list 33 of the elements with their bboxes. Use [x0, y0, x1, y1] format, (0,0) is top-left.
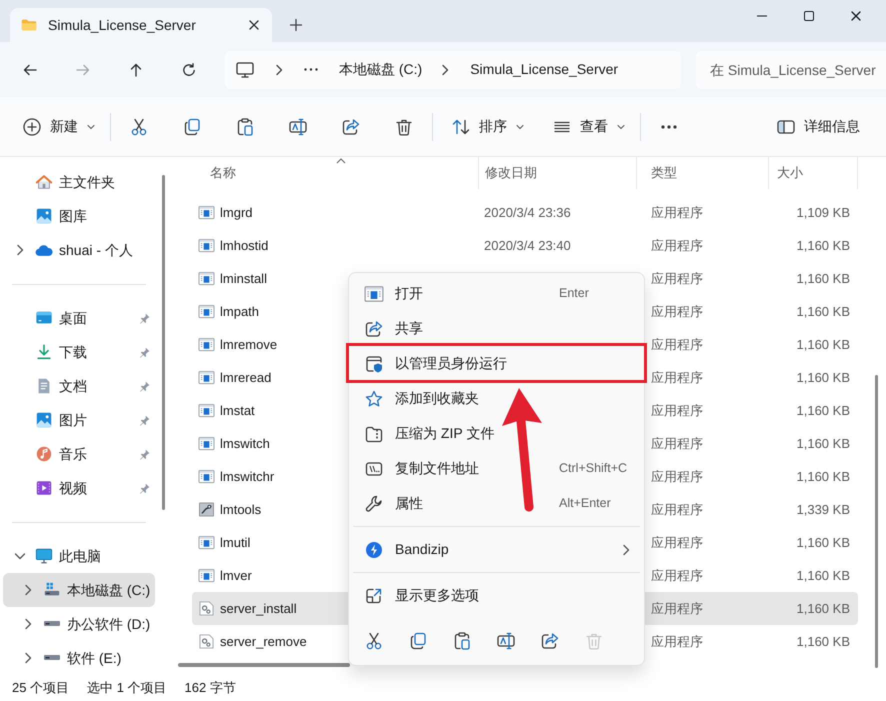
file-type: 应用程序 — [651, 600, 703, 616]
file-size: 1,160 KB — [796, 534, 850, 552]
file-size: 1,160 KB — [796, 632, 850, 651]
file-type: 应用程序 — [651, 502, 703, 517]
file-type: 应用程序 — [651, 270, 703, 286]
file-type: 应用程序 — [651, 336, 703, 352]
file-size: 1,109 KB — [796, 204, 850, 222]
file-size: 1,160 KB — [796, 600, 850, 618]
file-type: 应用程序 — [651, 370, 703, 385]
file-size: 1,160 KB — [796, 434, 850, 453]
status-text: 25 个项目 — [12, 679, 70, 698]
file-type: 应用程序 — [651, 468, 703, 484]
file-size: 1,160 KB — [796, 566, 850, 585]
file-size: 1,160 KB — [796, 468, 850, 486]
file-type: 应用程序 — [651, 304, 703, 319]
file-type: 应用程序 — [651, 568, 703, 583]
modified-date: 2020/3/4 23:36 — [484, 204, 571, 220]
file-type: 应用程序 — [651, 204, 703, 220]
file-type: 应用程序 — [651, 436, 703, 451]
file-type: 应用程序 — [651, 534, 703, 550]
status-text: 选中 1 个项目 — [87, 679, 167, 698]
file-size: 1,160 KB — [796, 336, 850, 354]
file-size: 1,160 KB — [796, 402, 850, 420]
file-size: 1,160 KB — [796, 236, 850, 255]
file-type: 应用程序 — [651, 634, 703, 649]
modified-date: 2020/3/4 23:40 — [484, 238, 571, 253]
file-size: 1,339 KB — [796, 500, 850, 519]
file-size: 1,160 KB — [796, 270, 850, 288]
status-text: 162 字节 — [184, 679, 236, 698]
file-type: 应用程序 — [651, 402, 703, 418]
file-size: 1,160 KB — [796, 368, 850, 387]
file-type: 应用程序 — [651, 238, 703, 253]
file-size: 1,160 KB — [796, 302, 850, 321]
